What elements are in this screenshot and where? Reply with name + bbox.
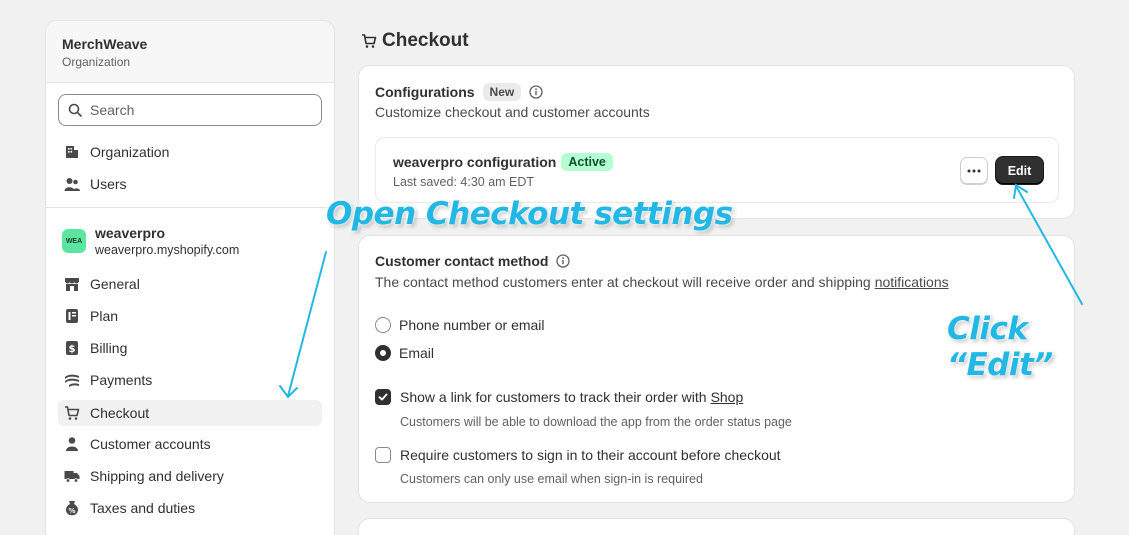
sidebar-item-taxes[interactable]: % Taxes and duties (58, 495, 322, 521)
configuration-name-row: weaverpro configuration Active (393, 153, 613, 171)
store-domain: weaverpro.myshopify.com (95, 243, 240, 257)
sidebar-item-label: Taxes and duties (90, 500, 196, 516)
sidebar-item-payments[interactable]: Payments (58, 367, 322, 393)
sidebar-divider (46, 207, 334, 208)
contact-method-description: The contact method customers enter at ch… (375, 274, 949, 290)
checkbox-checked[interactable] (375, 389, 391, 405)
sidebar-item-billing[interactable]: $ Billing (58, 335, 322, 361)
sidebar-item-label: Checkout (90, 405, 150, 421)
payments-icon (65, 374, 79, 387)
sidebar-item-label: Billing (90, 340, 128, 356)
sidebar-item-label: Shipping and delivery (90, 468, 224, 484)
radio-email[interactable]: Email (375, 345, 434, 361)
info-icon[interactable] (529, 85, 543, 99)
checkbox-unchecked[interactable] (375, 447, 391, 463)
cart-icon (65, 406, 80, 420)
sidebar-item-label: Organization (90, 144, 170, 160)
truck-icon (64, 471, 80, 483)
building-icon (66, 146, 78, 158)
store-icon (65, 278, 79, 291)
contact-method-title: Customer contact method (375, 253, 549, 269)
billing-icon: $ (66, 341, 78, 355)
org-subtitle: Organization (62, 55, 131, 69)
radio-label: Email (399, 345, 435, 361)
svg-text:$: $ (69, 344, 76, 355)
store-name: weaverpro (95, 225, 166, 241)
sidebar-item-plan[interactable]: Plan (58, 303, 322, 329)
sidebar-item-organization[interactable]: Organization (58, 139, 322, 165)
status-badge: Active (561, 153, 613, 171)
sidebar-item-label: Customer accounts (90, 436, 211, 452)
annotation-open-checkout: Open Checkout settings (326, 196, 733, 232)
radio-label: Phone number or email (399, 317, 545, 333)
search-input[interactable] (90, 102, 310, 118)
configuration-item: weaverpro configuration Active Last save… (375, 137, 1059, 203)
sidebar-item-label: Plan (90, 308, 119, 324)
org-name: MerchWeave (62, 36, 148, 52)
next-card (358, 518, 1075, 535)
page-title: Checkout (361, 30, 469, 52)
configurations-subtitle: Customize checkout and customer accounts (375, 104, 650, 120)
contact-description-text: The contact method customers enter at ch… (375, 274, 871, 290)
checkbox-label: Require customers to sign in to their ac… (400, 447, 781, 463)
radio-phone-or-email[interactable]: Phone number or email (375, 317, 545, 333)
new-badge: New (482, 83, 522, 101)
configurations-header: Configurations New (375, 83, 543, 101)
sidebar-item-general[interactable]: General (58, 271, 322, 297)
sidebar-item-users[interactable]: Users (58, 171, 322, 197)
users-icon (64, 178, 80, 191)
cart-icon (362, 34, 377, 48)
sidebar-item-shipping[interactable]: Shipping and delivery (58, 463, 322, 489)
settings-sidebar: MerchWeave Organization Organization Use… (45, 20, 335, 535)
shop-link[interactable]: Shop (711, 389, 744, 405)
checkmark-icon (378, 393, 388, 401)
notifications-link[interactable]: notifications (875, 274, 949, 290)
sidebar-item-label: Payments (90, 372, 153, 388)
radio-button[interactable] (375, 317, 391, 333)
sidebar-item-checkout[interactable]: Checkout (58, 400, 322, 426)
checkbox-require-signin[interactable]: Require customers to sign in to their ac… (375, 447, 781, 463)
ellipsis-icon (967, 169, 981, 172)
store-switcher[interactable]: WEA weaverpro weaverpro.myshopify.com (62, 225, 239, 257)
info-icon[interactable] (556, 254, 571, 268)
page-title-text: Checkout (382, 30, 469, 51)
plan-icon (66, 309, 78, 323)
search-field[interactable] (58, 94, 322, 126)
edit-button[interactable]: Edit (996, 157, 1043, 184)
contact-method-header: Customer contact method (375, 253, 571, 269)
configuration-name: weaverpro configuration (393, 154, 557, 170)
sidebar-item-label: General (90, 276, 140, 292)
search-icon (68, 103, 82, 117)
sidebar-item-label: Users (90, 176, 127, 192)
org-header[interactable]: MerchWeave Organization (46, 21, 334, 83)
radio-button-selected[interactable] (375, 345, 391, 361)
checkbox-shop-link[interactable]: Show a link for customers to track their… (375, 389, 743, 405)
checkbox-label: Show a link for customers to track their… (400, 389, 707, 405)
taxes-icon: % (66, 501, 78, 516)
store-avatar: WEA (62, 229, 86, 253)
last-saved-text: Last saved: 4:30 am EDT (393, 175, 535, 189)
configurations-title: Configurations (375, 84, 475, 100)
annotation-click-edit: Click “Edit” (947, 311, 1053, 383)
shop-link-help-text: Customers will be able to download the a… (400, 415, 792, 429)
more-actions-button[interactable] (960, 157, 988, 184)
signin-help-text: Customers can only use email when sign-i… (400, 472, 703, 486)
svg-text:%: % (68, 507, 75, 515)
sidebar-item-customer-accounts[interactable]: Customer accounts (58, 431, 322, 457)
person-icon (66, 437, 78, 451)
